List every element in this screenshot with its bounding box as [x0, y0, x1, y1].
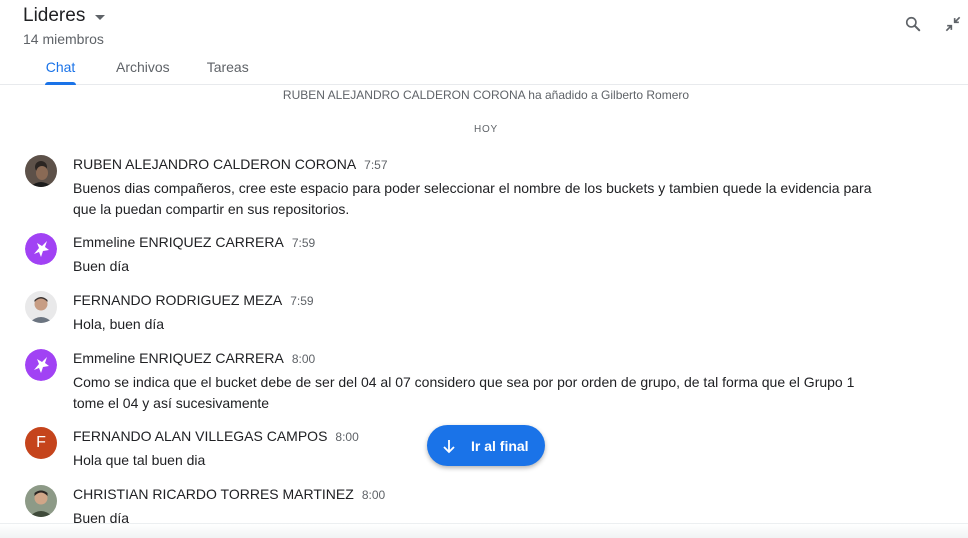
search-icon[interactable]	[903, 14, 923, 34]
message-author[interactable]: FERNANDO RODRIGUEZ MEZA	[73, 292, 282, 308]
chevron-down-icon[interactable]	[95, 14, 106, 20]
message-text: Buenos dias compañeros, cree este espaci…	[73, 180, 872, 217]
message-author[interactable]: CHRISTIAN RICARDO TORRES MARTINEZ	[73, 486, 354, 502]
jump-button-label: Ir al final	[471, 437, 529, 454]
message-text: Hola, buen día	[73, 316, 165, 332]
message-time: 7:59	[291, 236, 316, 250]
day-separator: HOY	[473, 124, 499, 135]
tab-tareas[interactable]: Tareas	[207, 58, 249, 85]
message-time: 8:00	[361, 488, 386, 502]
collapse-icon[interactable]	[943, 14, 963, 34]
room-tabs: Chat Archivos Tareas	[23, 58, 286, 85]
message-time: 7:57	[364, 158, 388, 172]
message-text: Buen día	[73, 258, 130, 274]
tab-chat[interactable]: Chat	[45, 58, 76, 85]
composer-edge	[0, 523, 968, 538]
member-count[interactable]: 14 miembros	[23, 31, 104, 47]
avatar[interactable]	[25, 291, 57, 323]
message-time: 8:00	[291, 352, 316, 366]
tab-archivos[interactable]: Archivos	[116, 58, 170, 85]
chat-header: Lideres 14 miembros Chat Archivos Tareas	[0, 0, 968, 85]
system-message: RUBEN ALEJANDRO CALDERON CORONA ha añadi…	[282, 88, 690, 102]
avatar-initial: F	[36, 434, 46, 451]
room-title-row[interactable]: Lideres	[23, 5, 106, 27]
avatar[interactable]: F	[25, 427, 57, 459]
unicorn-icon[interactable]	[25, 349, 57, 381]
unicorn-icon[interactable]	[25, 233, 57, 265]
room-title[interactable]: Lideres	[23, 5, 85, 27]
avatar[interactable]	[25, 485, 57, 517]
avatar[interactable]	[25, 155, 57, 187]
message-author[interactable]: Emmeline ENRIQUEZ CARRERA	[73, 350, 284, 366]
message-time: 7:59	[290, 294, 314, 308]
message-time: 8:00	[335, 430, 359, 444]
arrow-down-icon	[443, 439, 455, 453]
jump-to-bottom-button[interactable]: Ir al final	[427, 425, 545, 466]
message-author[interactable]: RUBEN ALEJANDRO CALDERON CORONA	[73, 156, 356, 172]
message-text: Como se indica que el bucket debe de ser…	[73, 374, 855, 411]
message-author[interactable]: FERNANDO ALAN VILLEGAS CAMPOS	[73, 428, 327, 444]
message-author[interactable]: Emmeline ENRIQUEZ CARRERA	[73, 234, 284, 250]
